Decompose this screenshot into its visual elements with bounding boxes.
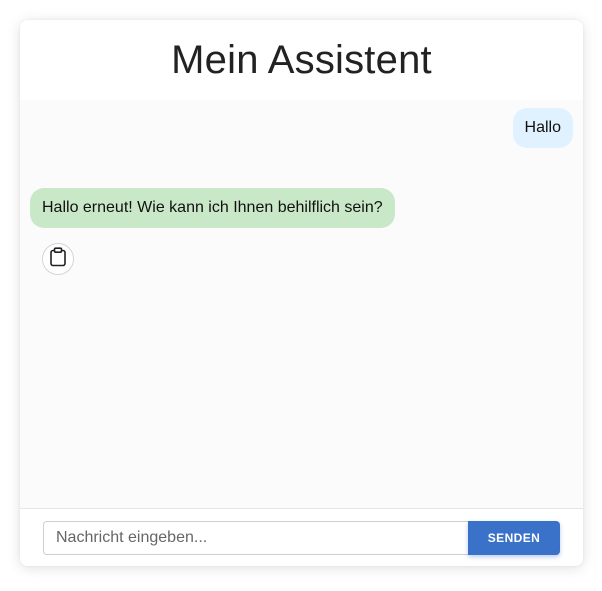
app-title: Mein Assistent <box>171 38 432 82</box>
chat-header: Mein Assistent <box>20 20 583 100</box>
copy-message-button[interactable] <box>42 243 74 275</box>
message-list[interactable]: Hallo Hallo erneut! Wie kann ich Ihnen b… <box>20 100 583 508</box>
message-composer: SENDEN <box>20 508 583 566</box>
message-input[interactable] <box>43 521 468 555</box>
clipboard-icon <box>49 246 67 272</box>
user-message: Hallo <box>512 108 573 148</box>
assistant-message: Hallo erneut! Wie kann ich Ihnen behilfl… <box>30 188 395 228</box>
chat-window: Mein Assistent Hallo Hallo erneut! Wie k… <box>20 20 583 566</box>
send-button[interactable]: SENDEN <box>468 521 560 555</box>
